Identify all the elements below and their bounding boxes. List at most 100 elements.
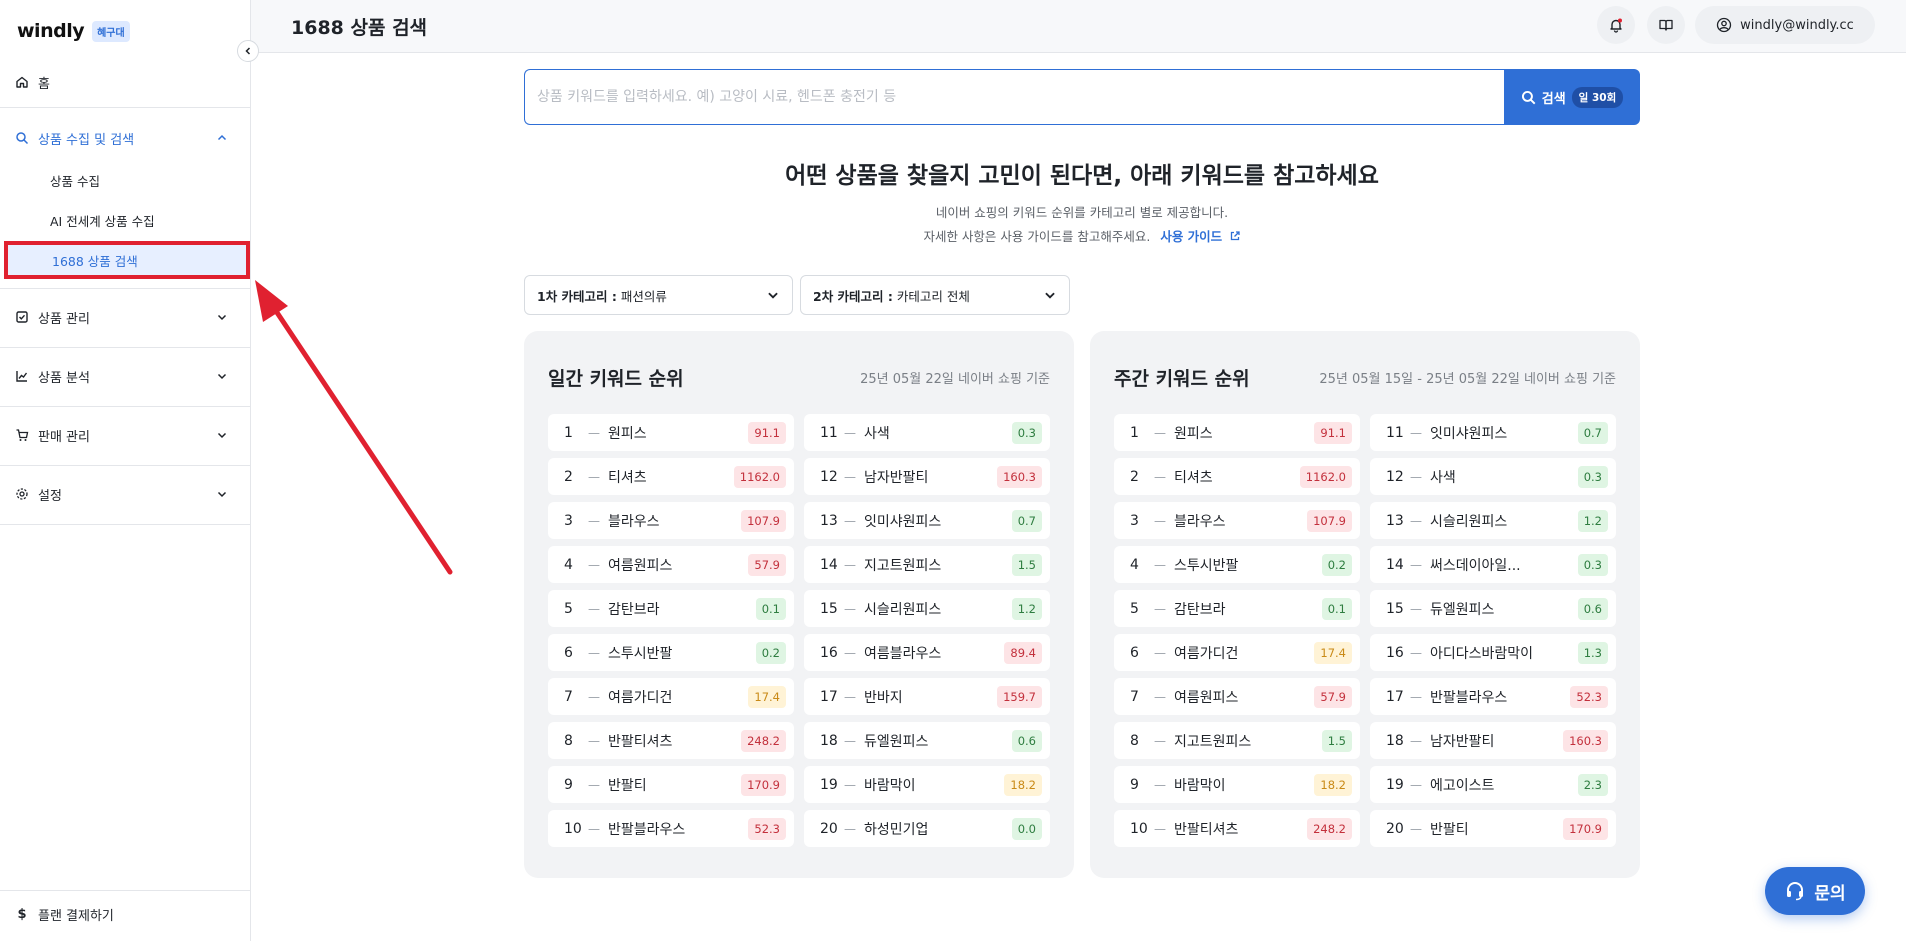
- keyword-item[interactable]: 2 — 티셔츠 1162.0: [548, 458, 794, 495]
- brand-badge: 혜구대: [92, 20, 130, 42]
- user-icon: [1717, 17, 1732, 33]
- keyword-item[interactable]: 15 — 듀엘원피스 0.6: [1370, 590, 1616, 627]
- keyword-item[interactable]: 13 — 시슬리원피스 1.2: [1370, 502, 1616, 539]
- keyword-item[interactable]: 8 — 반팔티셔츠 248.2: [548, 722, 794, 759]
- rank-change-dash-icon: —: [844, 645, 856, 660]
- sidebar-item-plan-payment[interactable]: $ 플랜 결제하기: [0, 904, 250, 924]
- sidebar-item-sales-manage[interactable]: 판매 관리: [0, 425, 250, 445]
- sidebar-item-label: 플랜 결제하기: [38, 908, 114, 924]
- keyword-item[interactable]: 13 — 잇미샤원피스 0.7: [804, 502, 1050, 539]
- rank-change-dash-icon: —: [844, 425, 856, 440]
- keyword-item[interactable]: 12 — 남자반팔티 160.3: [804, 458, 1050, 495]
- rank-change-dash-icon: —: [1410, 601, 1422, 616]
- keyword-rank: 20: [1386, 820, 1404, 837]
- guide-book-button[interactable]: [1647, 6, 1685, 44]
- brand-logo[interactable]: windly: [17, 20, 85, 42]
- keyword-item[interactable]: 1 — 원피스 91.1: [1114, 414, 1360, 451]
- rank-change-dash-icon: —: [844, 689, 856, 704]
- daily-panel-title: 일간 키워드 순위: [548, 368, 684, 390]
- keyword-item[interactable]: 9 — 바람막이 18.2: [1114, 766, 1360, 803]
- keyword-item[interactable]: 7 — 여름원피스 57.9: [1114, 678, 1360, 715]
- keyword-item[interactable]: 11 — 사색 0.3: [804, 414, 1050, 451]
- brand[interactable]: windly 혜구대: [17, 20, 130, 42]
- page-title: 1688 상품 검색: [291, 17, 428, 39]
- search-input[interactable]: [524, 69, 1504, 125]
- sidebar-group-collect-search[interactable]: 상품 수집 및 검색: [0, 128, 250, 148]
- sidebar-item-product-manage[interactable]: 상품 관리: [0, 307, 250, 327]
- guide-link[interactable]: 사용 가이드: [1160, 229, 1240, 244]
- keyword-competition-badge: 1162.0: [733, 466, 786, 488]
- sidebar-item-label: 판매 관리: [38, 429, 90, 445]
- inquiry-button[interactable]: 문의: [1765, 867, 1865, 915]
- keyword-item[interactable]: 4 — 여름원피스 57.9: [548, 546, 794, 583]
- keyword-name: 아디다스바람막이: [1430, 645, 1534, 662]
- keyword-name: 지고트원피스: [864, 557, 942, 574]
- keyword-item[interactable]: 14 — 써스데이아일... 0.3: [1370, 546, 1616, 583]
- sidebar-item-settings[interactable]: 설정: [0, 484, 250, 504]
- keyword-item[interactable]: 18 — 남자반팔티 160.3: [1370, 722, 1616, 759]
- keyword-item[interactable]: 3 — 블라우스 107.9: [548, 502, 794, 539]
- keyword-competition-badge: 160.3: [1563, 730, 1608, 752]
- keyword-item[interactable]: 20 — 하성민기업 0.0: [804, 810, 1050, 847]
- keyword-item[interactable]: 7 — 여름가디건 17.4: [548, 678, 794, 715]
- sidebar-sub-collect[interactable]: 상품 수집: [0, 171, 250, 190]
- keyword-rank: 17: [1386, 688, 1404, 705]
- keyword-item[interactable]: 18 — 듀엘원피스 0.6: [804, 722, 1050, 759]
- rank-change-dash-icon: —: [844, 469, 856, 484]
- chevron-down-icon[interactable]: [216, 370, 228, 382]
- keyword-item[interactable]: 12 — 사색 0.3: [1370, 458, 1616, 495]
- keyword-item[interactable]: 9 — 반팔티 170.9: [548, 766, 794, 803]
- search-button[interactable]: 검색 일 30회: [1504, 69, 1640, 125]
- keyword-name: 스투시반팔: [1174, 557, 1239, 574]
- sidebar-sub-ai-collect[interactable]: AI 전세계 상품 수집: [0, 211, 250, 230]
- keyword-item[interactable]: 6 — 스투시반팔 0.2: [548, 634, 794, 671]
- keyword-name: 시슬리원피스: [864, 601, 942, 618]
- keyword-item[interactable]: 20 — 반팔티 170.9: [1370, 810, 1616, 847]
- keyword-item[interactable]: 6 — 여름가디건 17.4: [1114, 634, 1360, 671]
- keyword-item[interactable]: 17 — 반바지 159.7: [804, 678, 1050, 715]
- chevron-down-icon[interactable]: [216, 311, 228, 323]
- keyword-item[interactable]: 10 — 반팔티셔츠 248.2: [1114, 810, 1360, 847]
- keyword-item[interactable]: 16 — 여름블라우스 89.4: [804, 634, 1050, 671]
- divider: [0, 107, 250, 108]
- keyword-item[interactable]: 8 — 지고트원피스 1.5: [1114, 722, 1360, 759]
- notification-button[interactable]: [1597, 6, 1635, 44]
- checkbox-icon: [14, 309, 30, 325]
- keyword-competition-badge: 1.2: [1577, 510, 1608, 532]
- keyword-item[interactable]: 4 — 스투시반팔 0.2: [1114, 546, 1360, 583]
- user-menu-button[interactable]: windly@windly.cc: [1695, 6, 1875, 44]
- chevron-down-icon[interactable]: [216, 429, 228, 441]
- keyword-item[interactable]: 16 — 아디다스바람막이 1.3: [1370, 634, 1616, 671]
- sidebar-sub-1688-search[interactable]: 1688 상품 검색: [4, 241, 250, 279]
- keyword-name: 감탄브라: [608, 601, 660, 618]
- keyword-rank: 3: [1130, 512, 1139, 529]
- chevron-down-icon[interactable]: [216, 488, 228, 500]
- keyword-item[interactable]: 17 — 반팔블라우스 52.3: [1370, 678, 1616, 715]
- rank-change-dash-icon: —: [1154, 601, 1166, 616]
- sidebar-collapse-button[interactable]: [237, 40, 259, 62]
- keyword-name: 반바지: [864, 689, 903, 706]
- rank-change-dash-icon: —: [1154, 469, 1166, 484]
- keyword-rank: 5: [564, 600, 573, 617]
- keyword-item[interactable]: 19 — 에고이스트 2.3: [1370, 766, 1616, 803]
- keyword-item[interactable]: 19 — 바람막이 18.2: [804, 766, 1050, 803]
- keyword-item[interactable]: 11 — 잇미샤원피스 0.7: [1370, 414, 1616, 451]
- chevron-up-icon[interactable]: [216, 132, 228, 144]
- keyword-item[interactable]: 1 — 원피스 91.1: [548, 414, 794, 451]
- category2-select[interactable]: 2차 카테고리 : 카테고리 전체: [800, 275, 1070, 315]
- rank-change-dash-icon: —: [588, 557, 600, 572]
- keyword-item[interactable]: 10 — 반팔블라우스 52.3: [548, 810, 794, 847]
- keyword-item[interactable]: 2 — 티셔츠 1162.0: [1114, 458, 1360, 495]
- sidebar-item-label: 상품 분석: [38, 370, 90, 386]
- keyword-item[interactable]: 15 — 시슬리원피스 1.2: [804, 590, 1050, 627]
- keyword-item[interactable]: 3 — 블라우스 107.9: [1114, 502, 1360, 539]
- sidebar-item-product-analysis[interactable]: 상품 분석: [0, 366, 250, 386]
- category1-select[interactable]: 1차 카테고리 : 패션의류: [524, 275, 793, 315]
- keyword-competition-badge: 0.2: [1321, 554, 1352, 576]
- sidebar-item-home[interactable]: 홈: [0, 72, 250, 92]
- keyword-name: 여름가디건: [1174, 645, 1239, 662]
- keyword-item[interactable]: 5 — 감탄브라 0.1: [548, 590, 794, 627]
- keyword-item[interactable]: 14 — 지고트원피스 1.5: [804, 546, 1050, 583]
- sidebar-item-label: 홈: [38, 76, 50, 92]
- keyword-item[interactable]: 5 — 감탄브라 0.1: [1114, 590, 1360, 627]
